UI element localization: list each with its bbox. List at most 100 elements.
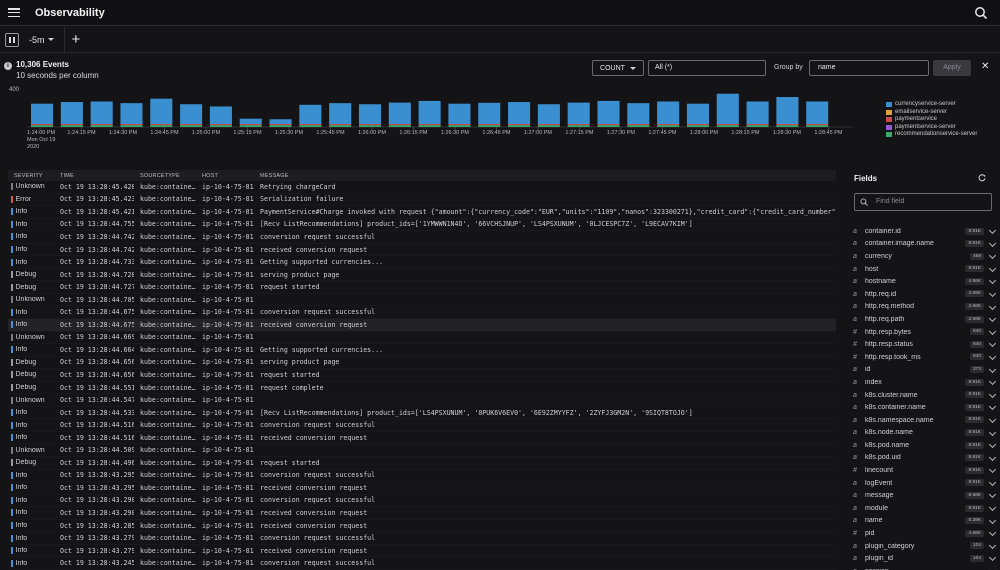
- table-row[interactable]: Info Oct 19 13:28:44.675 kube:containe… ip-…: [8, 319, 836, 332]
- field-item[interactable]: # linecount 9.91K: [848, 464, 1000, 477]
- field-item[interactable]: a currency 468: [848, 250, 1000, 263]
- legend-item[interactable]: recommendationservice-server: [886, 131, 977, 139]
- field-item[interactable]: a plugin_id 104: [848, 552, 1000, 565]
- table-row[interactable]: Unknown Oct 19 13:28:44.669 kube:containe……: [8, 332, 836, 345]
- chart-bar: [388, 102, 411, 124]
- field-item[interactable]: # http.resp.took_ms 840: [848, 351, 1000, 364]
- col-host[interactable]: HOST: [196, 173, 254, 179]
- events-table: SEVERITY TIME SOURCETYPE HOST MESSAGE Un…: [8, 170, 836, 570]
- add-button[interactable]: +: [72, 32, 81, 47]
- severity-label: Debug: [15, 271, 37, 279]
- field-item[interactable]: a k8s.namespace.name 9.81K: [848, 414, 1000, 427]
- host-cell: ip-10-4-75-81…: [202, 496, 254, 505]
- field-count-badge: 9.91K: [965, 504, 984, 512]
- menu-icon[interactable]: [8, 8, 20, 17]
- search-icon[interactable]: [974, 6, 988, 20]
- field-item[interactable]: asession: [848, 565, 1000, 570]
- table-row[interactable]: Info Oct 19 13:28:44.675 kube:containe… ip-…: [8, 306, 836, 320]
- table-row[interactable]: Info Oct 19 13:28:43.285 kube:containe… ip-…: [8, 520, 836, 533]
- filter-input[interactable]: All (*): [648, 60, 766, 76]
- x-tick-label: 1:25:30 PM: [275, 130, 304, 136]
- table-row[interactable]: Info Oct 19 13:28:43.245 kube:containe… ip-…: [8, 557, 836, 570]
- string-type-icon: a: [853, 542, 857, 550]
- table-row[interactable]: Info Oct 19 13:28:44.664 kube:containe… ip-…: [8, 344, 836, 357]
- message-cell: conversion request successful: [260, 421, 376, 430]
- field-item[interactable]: a k8s.container.name 9.81K: [848, 401, 1000, 414]
- field-item[interactable]: a plugin_category 104: [848, 540, 1000, 553]
- legend-item[interactable]: paymentservice: [886, 116, 977, 124]
- field-item[interactable]: # http.resp.bytes 840: [848, 326, 1000, 339]
- table-row[interactable]: Info Oct 19 13:28:44.755 kube:containe… ip-…: [8, 219, 836, 232]
- field-item[interactable]: a container.id 9.81K: [848, 225, 1000, 238]
- field-search-input[interactable]: Find field: [854, 193, 992, 211]
- field-item[interactable]: a k8s.node.name 9.81K: [848, 427, 1000, 440]
- time-range-select[interactable]: -5m: [29, 35, 54, 45]
- table-row[interactable]: Debug Oct 19 13:28:44.727 kube:containe… ip…: [8, 281, 836, 294]
- table-row[interactable]: Info Oct 19 13:28:44.516 kube:containe… ip-…: [8, 432, 836, 445]
- field-item[interactable]: a container.image.name 9.81K: [848, 238, 1000, 251]
- field-item[interactable]: a name 5.28K: [848, 515, 1000, 528]
- field-item[interactable]: # http.resp.status 840: [848, 338, 1000, 351]
- legend-item[interactable]: currencyservice-server: [886, 101, 977, 109]
- field-item[interactable]: a hostname 4.66K: [848, 275, 1000, 288]
- table-row[interactable]: Unknown Oct 19 13:28:44.705 kube:containe……: [8, 294, 836, 307]
- host-cell: ip-10-4-75-81…: [202, 232, 254, 241]
- field-item[interactable]: a id 373: [848, 364, 1000, 377]
- table-row[interactable]: Info Oct 19 13:28:44.733 kube:containe… ip-…: [8, 256, 836, 269]
- legend-item[interactable]: emailservice-server: [886, 109, 977, 117]
- refresh-icon[interactable]: [978, 174, 986, 182]
- col-severity[interactable]: SEVERITY: [8, 173, 54, 179]
- apply-button[interactable]: Apply: [933, 60, 971, 76]
- host-cell: ip-10-4-75-81…: [202, 471, 254, 480]
- table-row[interactable]: Error Oct 19 13:28:45.423 kube:containe… ip…: [8, 194, 836, 207]
- field-item[interactable]: a http.req.method 2.66K: [848, 301, 1000, 314]
- chart-bar-segment: [448, 125, 471, 127]
- field-item[interactable]: a index 9.91K: [848, 376, 1000, 389]
- field-item[interactable]: a module 9.91K: [848, 502, 1000, 515]
- table-row[interactable]: Unknown Oct 19 13:28:44.509 kube:containe……: [8, 444, 836, 458]
- field-item[interactable]: a message 8.56K: [848, 489, 1000, 502]
- table-row[interactable]: Info Oct 19 13:28:44.742 kube:containe… ip-…: [8, 231, 836, 244]
- field-item[interactable]: a http.req.id 2.66K: [848, 288, 1000, 301]
- info-icon[interactable]: i: [4, 62, 12, 70]
- table-row[interactable]: Debug Oct 19 13:28:44.656 kube:containe… ip…: [8, 357, 836, 370]
- table-row[interactable]: Info Oct 19 13:28:44.533 kube:containe… ip-…: [8, 407, 836, 420]
- table-row[interactable]: Debug Oct 19 13:28:44.728 kube:containe… ip…: [8, 269, 836, 282]
- col-time[interactable]: TIME: [54, 173, 134, 179]
- table-row[interactable]: Info Oct 19 13:28:45.421 kube:containe… ip-…: [8, 206, 836, 219]
- severity-indicator: [11, 258, 13, 266]
- close-icon[interactable]: ✕: [981, 61, 989, 72]
- group-by-input[interactable]: name: [809, 60, 929, 76]
- aggregate-select[interactable]: COUNT: [592, 60, 644, 76]
- table-row[interactable]: Debug Oct 19 13:28:44.551 kube:containe… ip…: [8, 382, 836, 395]
- pause-button[interactable]: [5, 32, 19, 47]
- field-item[interactable]: a k8s.pod.name 9.81K: [848, 439, 1000, 452]
- string-type-icon: a: [853, 391, 857, 399]
- table-row[interactable]: Debug Oct 19 13:28:44.496 kube:containe… ip…: [8, 457, 836, 470]
- table-row[interactable]: Unknown Oct 19 13:28:45.428 kube:containe……: [8, 181, 836, 194]
- table-row[interactable]: Info Oct 19 13:28:43.295 kube:containe… ip-…: [8, 482, 836, 495]
- col-message[interactable]: MESSAGE: [254, 173, 754, 179]
- field-item[interactable]: a host 9.91K: [848, 263, 1000, 276]
- col-sourcetype[interactable]: SOURCETYPE: [134, 173, 196, 179]
- table-row[interactable]: Info Oct 19 13:28:43.279 kube:containe… ip-…: [8, 545, 836, 558]
- field-item[interactable]: a k8s.cluster.name 9.81K: [848, 389, 1000, 402]
- table-row[interactable]: Info Oct 19 13:28:43.295 kube:containe… ip-…: [8, 470, 836, 483]
- sourcetype-cell: kube:containe…: [140, 458, 196, 467]
- table-row[interactable]: Info Oct 19 13:28:44.516 kube:containe… ip-…: [8, 419, 836, 432]
- x-tick-label: 1:25:15 PM: [233, 130, 262, 136]
- table-row[interactable]: Info Oct 19 13:28:43.279 kube:containe… ip-…: [8, 532, 836, 545]
- table-row[interactable]: Debug Oct 19 13:28:44.656 kube:containe… ip…: [8, 369, 836, 382]
- chart-bar-segment: [150, 125, 173, 127]
- table-row[interactable]: Info Oct 19 13:28:43.290 kube:containe… ip-…: [8, 495, 836, 508]
- legend-item[interactable]: paymentservice-server: [886, 124, 977, 132]
- field-item[interactable]: a logEvent 9.91K: [848, 477, 1000, 490]
- table-row[interactable]: Unknown Oct 19 13:28:44.547 kube:containe……: [8, 394, 836, 407]
- field-item[interactable]: a k8s.pod.uid 9.81K: [848, 452, 1000, 465]
- table-row[interactable]: Info Oct 19 13:28:44.742 kube:containe… ip-…: [8, 244, 836, 257]
- message-cell: conversion request successful: [260, 534, 376, 543]
- field-item[interactable]: # pid 4.66K: [848, 527, 1000, 540]
- chart-bar-segment: [209, 124, 232, 126]
- table-row[interactable]: Info Oct 19 13:28:43.290 kube:containe… ip-…: [8, 507, 836, 520]
- field-item[interactable]: a http.req.path 2.66K: [848, 313, 1000, 326]
